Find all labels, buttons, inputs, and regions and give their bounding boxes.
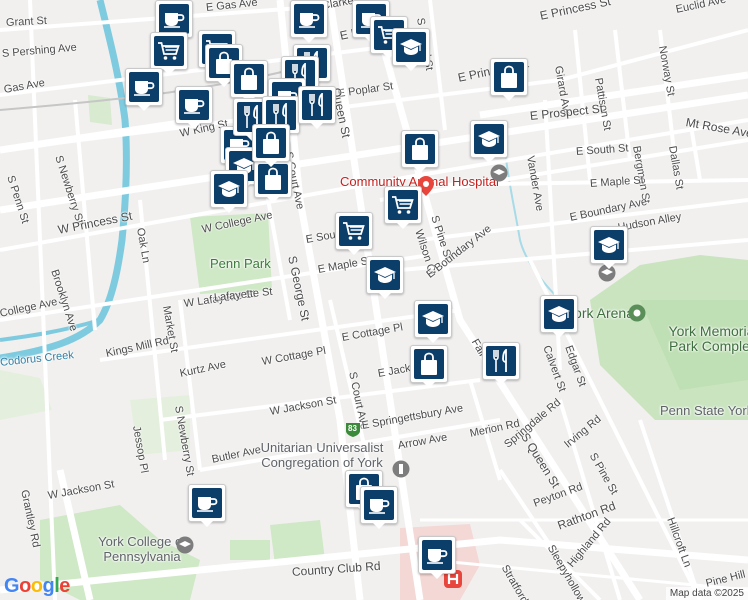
shopping-bag-icon <box>258 164 288 194</box>
map-marker-school[interactable] <box>540 295 578 339</box>
route-shield-icon: 83 <box>345 422 361 443</box>
map-marker-school[interactable] <box>470 120 508 164</box>
coffee-icon <box>364 490 394 520</box>
poi-penn-state-york[interactable]: Penn State York <box>660 403 748 418</box>
restaurant-icon <box>302 90 332 120</box>
shopping-bag-icon <box>256 128 286 158</box>
map-marker-coffee[interactable] <box>418 536 456 580</box>
map-canvas[interactable]: Grant St S Pershing Ave Gas Ave S Newber… <box>0 0 748 600</box>
shopping-bag-icon <box>494 62 524 92</box>
google-logo: Google <box>4 575 70 597</box>
coffee-icon <box>159 4 189 34</box>
map-marker-restaurant[interactable] <box>298 86 336 130</box>
school-icon <box>418 304 448 334</box>
poi-penn-park[interactable]: Penn Park <box>210 256 271 271</box>
map-marker-coffee[interactable] <box>360 486 398 530</box>
coffee-icon <box>294 4 324 34</box>
map-marker-school[interactable] <box>414 300 452 344</box>
coffee-icon <box>422 540 452 570</box>
shopping-bag-icon <box>414 349 444 379</box>
poi-york-memorial-park[interactable]: York Memorial Park Complex <box>668 324 748 354</box>
coffee-icon <box>192 488 222 518</box>
school-icon <box>214 174 244 204</box>
map-marker-coffee[interactable] <box>188 484 226 528</box>
map-marker-shopping-bag[interactable] <box>490 58 528 102</box>
map-marker-school[interactable] <box>392 28 430 72</box>
map-marker-shopping-cart[interactable] <box>335 212 373 256</box>
school-icon <box>594 230 624 260</box>
arena-pin-icon[interactable] <box>628 304 646 327</box>
school-pin-icon[interactable] <box>490 164 508 187</box>
shopping-cart-icon <box>339 216 369 246</box>
coffee-icon <box>129 72 159 102</box>
map-marker-coffee[interactable] <box>125 68 163 112</box>
map-marker-coffee[interactable] <box>290 0 328 44</box>
poi-unitarian-congregation[interactable]: Unitarian Universalist Congregation of Y… <box>250 440 394 470</box>
map-marker-school[interactable] <box>210 170 248 214</box>
shopping-bag-icon <box>405 134 435 164</box>
map-marker-coffee[interactable] <box>175 86 213 130</box>
restaurant-icon <box>486 346 516 376</box>
map-marker-school[interactable] <box>590 226 628 270</box>
school-icon <box>474 124 504 154</box>
coffee-icon <box>179 90 209 120</box>
school-icon <box>370 260 400 290</box>
place-of-worship-icon[interactable] <box>392 460 410 483</box>
map-marker-shopping-bag[interactable] <box>252 124 290 168</box>
shopping-cart-icon <box>388 190 418 220</box>
school-icon <box>396 32 426 62</box>
school-icon <box>544 299 574 329</box>
map-marker-restaurant[interactable] <box>482 342 520 386</box>
shopping-cart-icon <box>154 36 184 66</box>
shopping-bag-icon <box>234 64 264 94</box>
map-marker-school[interactable] <box>366 256 404 300</box>
map-marker-shopping-cart[interactable] <box>384 186 422 230</box>
street-label: Grant St <box>5 14 48 29</box>
university-pin-icon[interactable] <box>176 536 194 559</box>
map-marker-shopping-bag[interactable] <box>401 130 439 174</box>
route-shield-label: 83 <box>348 424 357 433</box>
map-attribution[interactable]: Map data ©2025 <box>665 587 748 600</box>
map-marker-shopping-bag[interactable] <box>410 345 448 389</box>
